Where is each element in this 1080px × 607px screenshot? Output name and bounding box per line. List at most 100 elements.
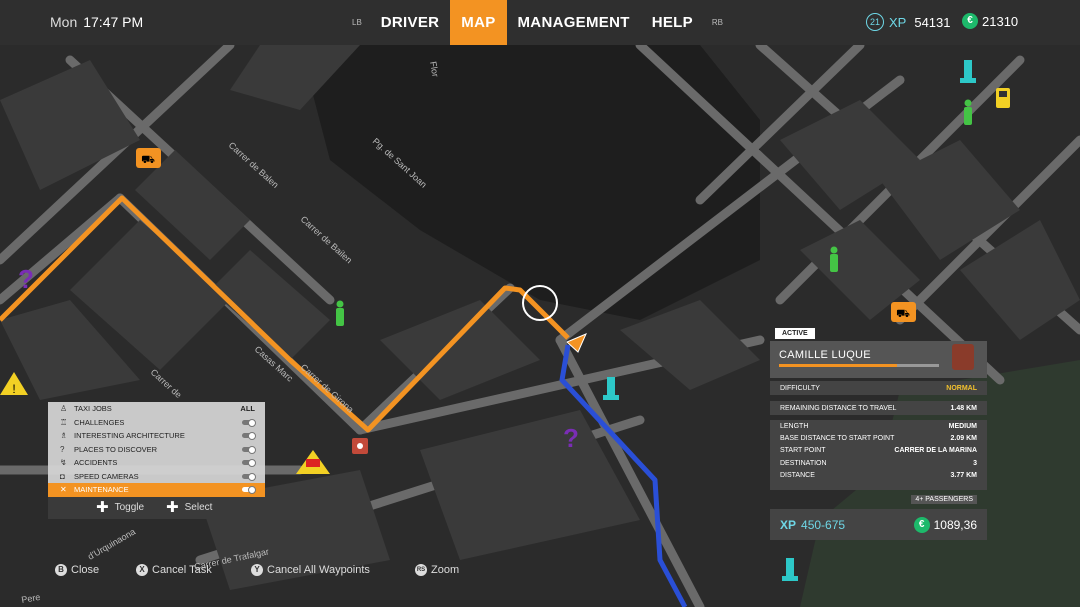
legend-value: ALL — [240, 404, 255, 414]
money-reward: € 1089,36 — [913, 516, 977, 533]
trophy-icon: ♖ — [60, 417, 68, 427]
hint-label: Cancel Task — [152, 564, 212, 576]
legend-toggle[interactable] — [242, 472, 256, 481]
person-icon[interactable] — [336, 300, 344, 327]
camera-icon[interactable] — [352, 438, 368, 454]
select-hint: Select — [184, 502, 213, 513]
legend-architecture[interactable]: ♗ INTERESTING ARCHITECTURE — [48, 429, 265, 443]
avatar — [952, 344, 974, 370]
dpad-icon: ✚ — [96, 499, 109, 516]
top-bar: Mon 17:47 PM LB DRIVER MAP MANAGEMENT HEL… — [0, 0, 1080, 45]
rs-stick-icon: RS — [415, 564, 427, 576]
level-badge: 21 — [866, 13, 884, 31]
tab-help[interactable]: HELP — [641, 0, 704, 45]
money-display: € 21310 — [962, 13, 1018, 29]
svg-text:!: ! — [12, 382, 15, 396]
wrench-icon: ✕ — [60, 485, 67, 495]
accident-icon: ↯ — [60, 458, 67, 468]
legend-toggle[interactable] — [242, 418, 256, 427]
legend-toggle[interactable] — [242, 486, 256, 495]
detail-row: DESTINATION 3 — [780, 459, 977, 467]
svg-text:⛟: ⛟ — [141, 154, 155, 166]
cancel-waypoints-hint[interactable]: Y Cancel All Waypoints — [251, 564, 370, 576]
person-icon[interactable] — [964, 99, 972, 126]
legend-accidents[interactable]: ↯ ACCIDENTS — [48, 456, 265, 470]
xp-display: 21 XP 54131 — [866, 13, 951, 31]
legend-label: PLACES TO DISCOVER — [74, 444, 158, 454]
zoom-hint[interactable]: RS Zoom — [415, 564, 459, 576]
legend-toggle[interactable] — [242, 459, 256, 468]
legend-label: SPEED CAMERAS — [74, 471, 139, 481]
clock: Mon 17:47 PM — [50, 14, 143, 30]
person-icon[interactable] — [830, 246, 838, 273]
tab-map[interactable]: MAP — [450, 0, 507, 45]
legend-label: CHALLENGES — [74, 417, 125, 427]
person-icon: ♙ — [60, 404, 68, 414]
y-button-icon: Y — [251, 564, 263, 576]
money-value: 21310 — [982, 13, 1019, 29]
button-hints: B Close X Cancel Task Y Cancel All Waypo… — [0, 564, 1080, 580]
question-icon[interactable]: ? — [18, 264, 34, 294]
day-label: Mon — [50, 14, 78, 30]
legend-taxi-jobs[interactable]: ♙ TAXI JOBS ALL — [48, 402, 265, 416]
detail-row: BASE DISTANCE TO START POINT 2.09 KM — [780, 435, 977, 443]
difficulty-row: DIFFICULTY NORMAL — [770, 381, 987, 395]
detail-row: DISTANCE 3.77 KM — [780, 472, 977, 480]
job-details: LENGTH MEDIUM BASE DISTANCE TO START POIN… — [770, 420, 987, 490]
xp-value: 54131 — [914, 14, 951, 30]
legend-toggle[interactable] — [242, 445, 256, 454]
x-button-icon: X — [136, 564, 148, 576]
passenger-header: CAMILLE LUQUE — [770, 341, 987, 378]
remaining-value: 1.48 KM — [950, 404, 977, 412]
legend-label: MAINTENANCE — [74, 485, 129, 495]
main-nav: LB DRIVER MAP MANAGEMENT HELP RB — [344, 0, 731, 45]
map-legend: ♙ TAXI JOBS ALL ♖ CHALLENGES ♗ INTERESTI… — [48, 402, 265, 519]
hint-label: Zoom — [431, 564, 460, 576]
legend-speed-cameras[interactable]: ◘ SPEED CAMERAS — [48, 470, 265, 484]
status-badge: ACTIVE — [775, 328, 815, 339]
monument-icon: ♗ — [60, 431, 68, 441]
svg-text:?: ? — [563, 423, 579, 453]
xp-label: XP — [889, 14, 907, 30]
legend-label: ACCIDENTS — [74, 458, 118, 468]
question-icon: ? — [60, 444, 65, 454]
fuel-icon[interactable] — [996, 88, 1010, 108]
row-label: REMAINING DISTANCE TO TRAVEL — [780, 404, 897, 412]
tab-driver[interactable]: DRIVER — [370, 0, 450, 45]
passenger-name: CAMILLE LUQUE — [779, 349, 871, 361]
hint-label: Close — [71, 564, 100, 576]
reward-row: XP 450-675 € 1089,36 — [770, 509, 987, 540]
rb-bumper-icon[interactable]: RB — [704, 18, 731, 27]
legend-places[interactable]: ? PLACES TO DISCOVER — [48, 443, 265, 457]
reward-value: 1089,36 — [933, 517, 977, 532]
toggle-hint: Toggle — [114, 502, 145, 513]
question-icon[interactable]: ? — [563, 423, 579, 453]
hint-label: Cancel All Waypoints — [267, 564, 370, 576]
legend-footer: ✚ Toggle ✚ Select — [48, 496, 265, 519]
detail-row: START POINT CARRER DE LA MARINA — [780, 447, 977, 455]
legend-toggle[interactable] — [242, 432, 256, 441]
cancel-task-hint[interactable]: X Cancel Task — [136, 564, 212, 576]
difficulty-value: NORMAL — [946, 384, 977, 392]
remaining-row: REMAINING DISTANCE TO TRAVEL 1.48 KM — [770, 401, 987, 415]
taxi-icon[interactable]: ⛟ — [136, 148, 161, 168]
b-button-icon: B — [55, 564, 67, 576]
legend-label: INTERESTING ARCHITECTURE — [74, 431, 185, 441]
svg-text:⛟: ⛟ — [896, 308, 910, 320]
job-progress-bar — [779, 364, 939, 367]
euro-icon: € — [962, 13, 978, 29]
legend-challenges[interactable]: ♖ CHALLENGES — [48, 416, 265, 430]
passengers-badge: 4+ PASSENGERS — [911, 495, 977, 504]
time-label: 17:47 PM — [83, 14, 144, 30]
camera-icon: ◘ — [60, 471, 65, 481]
legend-maintenance[interactable]: ✕ MAINTENANCE — [48, 483, 265, 497]
svg-text:?: ? — [18, 264, 34, 294]
detail-row: LENGTH MEDIUM — [780, 422, 977, 430]
lb-bumper-icon[interactable]: LB — [344, 18, 370, 27]
euro-icon: € — [913, 516, 930, 533]
close-hint[interactable]: B Close — [55, 564, 99, 576]
xp-reward: XP 450-675 — [780, 517, 846, 532]
taxi-icon[interactable]: ⛟ — [891, 302, 916, 322]
dpad-icon: ✚ — [166, 499, 179, 516]
tab-management[interactable]: MANAGEMENT — [507, 0, 641, 45]
